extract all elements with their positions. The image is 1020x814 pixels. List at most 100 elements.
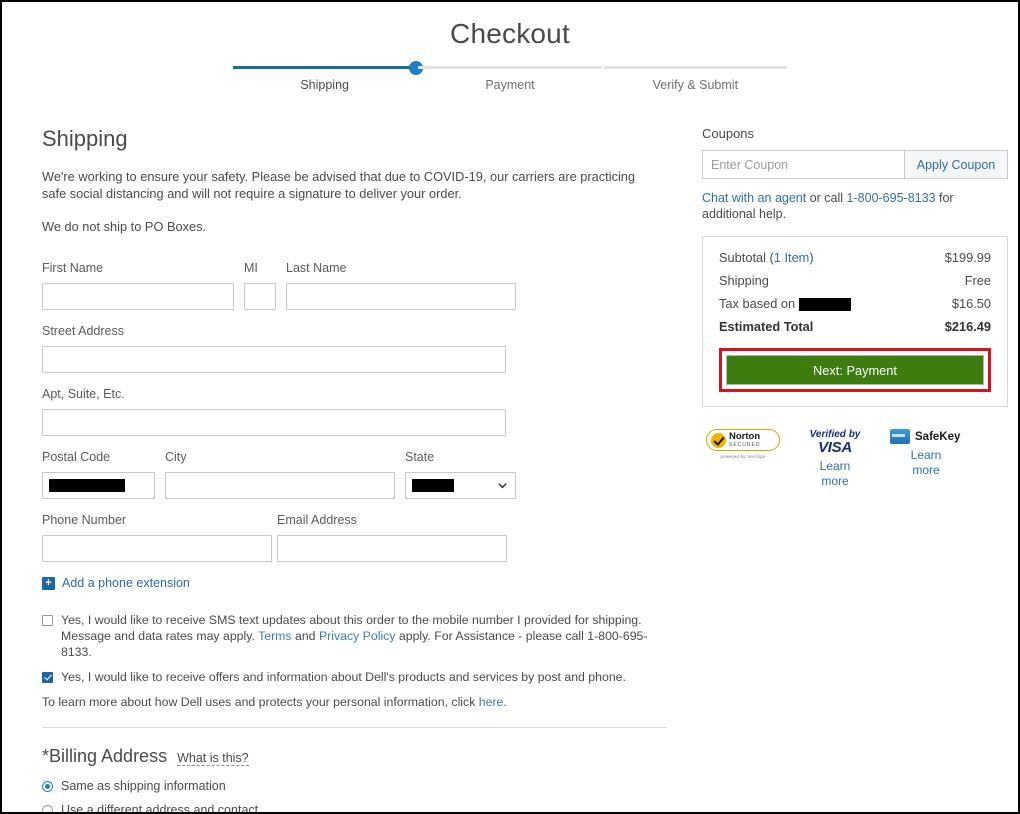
billing-different-label: Use a different address and contact [61, 803, 259, 814]
offers-consent-row[interactable]: Yes, I would like to receive offers and … [42, 669, 670, 685]
last-name-label: Last Name [286, 261, 347, 275]
tax-label: Tax based on [719, 296, 796, 311]
subtotal-label-end: ) [809, 250, 814, 265]
contact-field-row: Phone Number Email Address [40, 513, 670, 562]
consent-section: Yes, I would like to receive SMS text up… [40, 612, 670, 710]
order-summary-column: Coupons Apply Coupon Chat with an agent … [702, 126, 1008, 812]
apply-coupon-button[interactable]: Apply Coupon [904, 150, 1008, 179]
progress-bar-payment [418, 66, 602, 69]
add-phone-extension-row[interactable]: + Add a phone extension [42, 576, 670, 590]
privacy-note: To learn more about how Dell uses and pr… [42, 694, 670, 710]
progress-step-verify[interactable]: Verify & Submit [603, 66, 788, 92]
covid-notice: We're working to ensure your safety. Ple… [42, 169, 636, 201]
item-count-link[interactable]: 1 Item [774, 250, 810, 265]
progress-step-payment[interactable]: Payment [417, 66, 602, 92]
state-select-wrapper [405, 472, 516, 499]
billing-same-radio[interactable] [42, 780, 53, 792]
visa-learn-line1: Learn [819, 459, 851, 474]
subtotal-label: Subtotal ( [719, 250, 774, 265]
postal-code-input[interactable] [42, 472, 155, 499]
privacy-note-pre: To learn more about how Dell uses and pr… [42, 695, 479, 709]
shipping-form-column: Shipping We're working to ensure your sa… [40, 126, 670, 814]
sms-consent-row[interactable]: Yes, I would like to receive SMS text up… [42, 612, 670, 660]
tax-label-group: Tax based on [719, 296, 851, 312]
sms-consent-line2-mid: and [291, 629, 319, 643]
safekey-learn-more-link[interactable]: Learn more [899, 448, 953, 478]
last-name-input[interactable] [286, 283, 516, 310]
privacy-policy-link[interactable]: Privacy Policy [319, 629, 396, 643]
next-payment-button[interactable]: Next: Payment [726, 355, 984, 386]
phone-number-input[interactable] [42, 535, 272, 562]
trust-badges: Norton SECURED powered by VeriSign Verif… [702, 429, 1008, 489]
sms-consent-checkbox[interactable] [42, 615, 53, 626]
summary-row-shipping: Shipping Free [719, 273, 991, 288]
state-field-group: State [405, 450, 516, 499]
progress-bar-shipping [233, 60, 424, 75]
plus-icon: + [42, 576, 55, 590]
norton-powered-by: powered by VeriSign [720, 454, 766, 460]
mi-label: MI [244, 261, 258, 275]
add-phone-extension-link[interactable]: Add a phone extension [62, 576, 190, 590]
terms-link[interactable]: Terms [258, 629, 291, 643]
norton-badge-text: Norton SECURED [729, 432, 760, 448]
norton-badge-body: Norton SECURED [706, 429, 780, 452]
street-address-input[interactable] [42, 346, 506, 373]
email-field-group: Email Address [277, 513, 507, 562]
progress-step-label: Payment [485, 78, 535, 92]
checkout-progress: Shipping Payment Verify & Submit [2, 60, 1018, 92]
location-field-row: Postal Code City State [40, 450, 670, 499]
checkout-page: Checkout Shipping Payment Verify & Submi… [0, 0, 1020, 814]
mi-field-group: MI [244, 261, 276, 310]
safekey-badge-body: SafeKey [890, 429, 962, 445]
billing-option-same[interactable]: Same as shipping information [40, 779, 670, 793]
tax-value: $16.50 [951, 296, 991, 312]
safekey-badge: SafeKey Learn more [890, 429, 962, 489]
state-redaction [412, 479, 454, 492]
email-address-label: Email Address [277, 513, 357, 527]
billing-different-radio[interactable] [42, 804, 53, 812]
street-field-group: Street Address [42, 324, 506, 373]
billing-option-different[interactable]: Use a different address and contact [40, 803, 670, 814]
phone-field-group: Phone Number [42, 513, 272, 562]
estimated-total-label: Estimated Total [719, 319, 814, 335]
street-field-row: Street Address [40, 324, 670, 373]
coupon-input[interactable] [702, 150, 904, 179]
visa-learn-more-link[interactable]: Learn more [808, 459, 862, 489]
billing-address-title: *Billing Address [42, 746, 168, 766]
apt-suite-input[interactable] [42, 409, 506, 436]
summary-row-tax: Tax based on $16.50 [719, 296, 991, 312]
progress-step-label: Verify & Submit [652, 78, 739, 92]
checkmark-icon [711, 432, 726, 448]
visa-logo-text: VISA [818, 439, 852, 457]
billing-address-header: *Billing Address What is this? [42, 746, 670, 767]
shipping-cost-value: Free [964, 273, 991, 288]
city-input[interactable] [165, 472, 395, 499]
subtotal-label-group: Subtotal (1 Item) [719, 250, 814, 265]
safekey-learn-line1: Learn [910, 448, 942, 463]
summary-row-total: Estimated Total $216.49 [719, 319, 991, 334]
sms-consent-line1: Yes, I would like to receive SMS text up… [61, 613, 642, 627]
mi-input[interactable] [244, 283, 276, 310]
offers-consent-checkbox[interactable] [42, 672, 53, 683]
norton-sub: SECURED [729, 441, 761, 448]
state-select[interactable] [405, 472, 516, 499]
chat-with-agent-link[interactable]: Chat with an agent [702, 191, 806, 205]
safekey-learn-line2: more [912, 463, 940, 478]
apt-suite-label: Apt, Suite, Etc. [42, 387, 125, 401]
last-name-field-group: Last Name [286, 261, 516, 310]
progress-step-shipping[interactable]: Shipping [232, 60, 424, 92]
card-icon [890, 429, 910, 445]
here-link[interactable]: here [479, 695, 504, 709]
apt-field-group: Apt, Suite, Etc. [42, 387, 506, 436]
postal-code-field-group: Postal Code [42, 450, 155, 499]
support-phone-link[interactable]: 1-800-695-8133 [847, 191, 936, 205]
progress-bar-verify [603, 66, 787, 69]
coupon-entry-row: Apply Coupon [702, 150, 1008, 179]
email-address-input[interactable] [277, 535, 507, 562]
street-address-label: Street Address [42, 324, 124, 338]
first-name-input[interactable] [42, 283, 234, 310]
verified-by-visa-badge: Verified by VISA Learn more [806, 429, 864, 489]
support-help-text: Chat with an agent or call 1-800-695-813… [702, 190, 1008, 222]
what-is-this-tooltip-link[interactable]: What is this? [177, 751, 249, 766]
subtotal-value: $199.99 [944, 250, 991, 265]
